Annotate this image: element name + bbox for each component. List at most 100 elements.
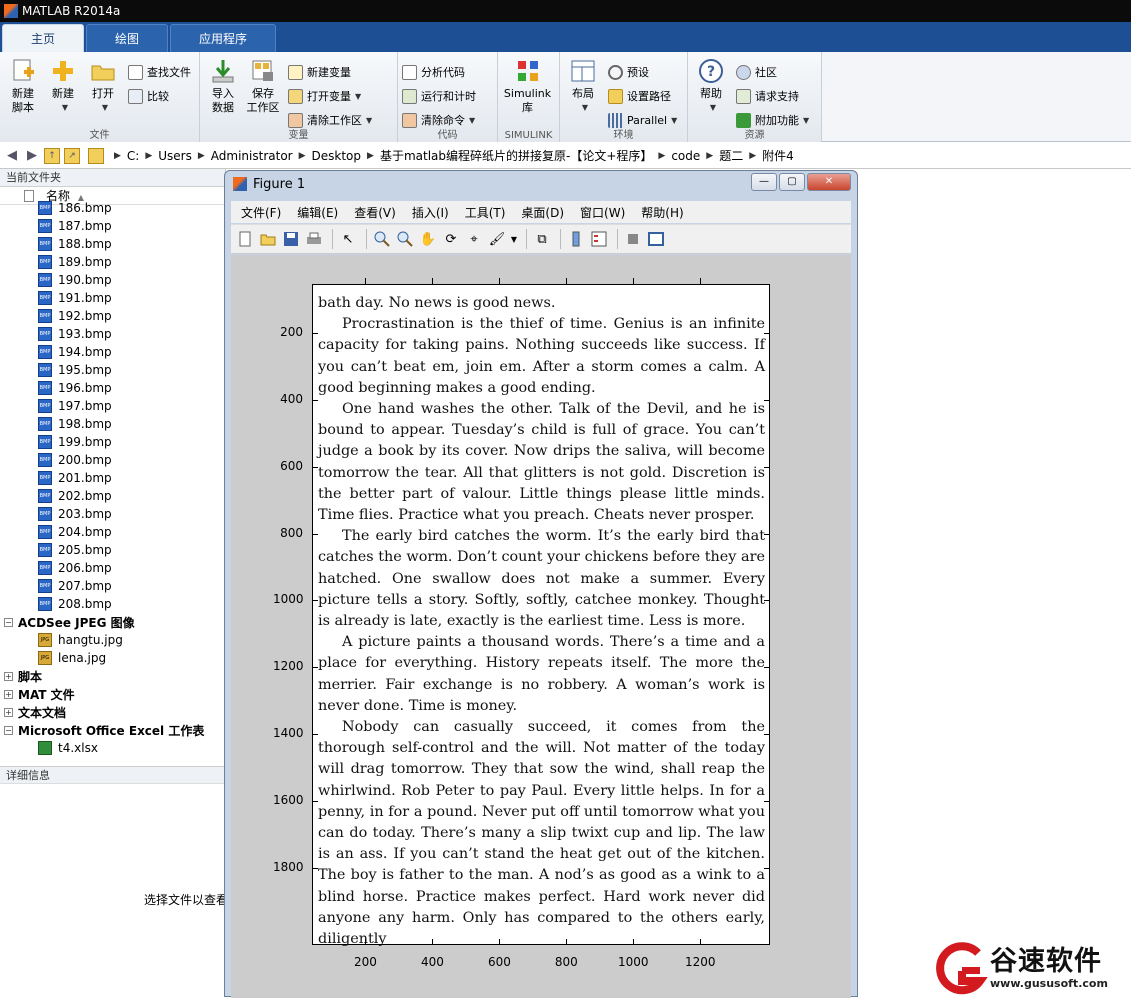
crumb-attachment4[interactable]: 附件4 xyxy=(756,147,800,164)
file-row[interactable]: BMP 208.bmp xyxy=(0,595,225,613)
file-name: t4.xlsx xyxy=(58,741,98,755)
browse-folder-icon[interactable]: ↗ xyxy=(64,147,80,164)
menu-help[interactable]: 帮助(H) xyxy=(633,204,691,221)
group-excel[interactable]: − Microsoft Office Excel 工作表 xyxy=(0,721,225,739)
open-file-icon[interactable] xyxy=(258,229,278,249)
menu-file[interactable]: 文件(F) xyxy=(233,204,289,221)
new-button[interactable]: 新建 ▼ xyxy=(44,56,82,115)
open-button[interactable]: 打开 ▼ xyxy=(84,56,122,115)
run-time-button[interactable]: 运行和计时 xyxy=(402,84,476,108)
file-row[interactable]: BMP 199.bmp xyxy=(0,433,225,451)
colorbar-icon[interactable] xyxy=(566,229,586,249)
analyze-code-button[interactable]: 分析代码 xyxy=(402,60,476,84)
y-tick-label: 400 xyxy=(280,392,303,407)
menu-view[interactable]: 查看(V) xyxy=(346,204,404,221)
find-files-button[interactable]: 查找文件 xyxy=(128,60,191,84)
simulink-library-button[interactable]: Simulink 库 xyxy=(503,56,553,115)
file-row[interactable]: BMP 193.bmp xyxy=(0,325,225,343)
link-plot-icon[interactable]: ⧉ xyxy=(532,229,552,249)
request-support-button[interactable]: 请求支持 xyxy=(736,84,809,108)
file-row[interactable]: BMP 202.bmp xyxy=(0,487,225,505)
crumb-administrator[interactable]: Administrator xyxy=(205,149,299,163)
crumb-users[interactable]: Users xyxy=(152,149,198,163)
crumb-project[interactable]: 基于matlab编程碎纸片的拼接复原-【论文+程序】 xyxy=(374,147,658,164)
zoom-out-icon[interactable] xyxy=(395,229,415,249)
print-icon[interactable] xyxy=(304,229,324,249)
file-row[interactable]: BMP 196.bmp xyxy=(0,379,225,397)
run-time-icon xyxy=(402,88,417,104)
set-path-button[interactable]: 设置路径 xyxy=(608,84,677,108)
layout-button[interactable]: 布局 ▼ xyxy=(564,56,602,115)
file-row[interactable]: BMP 190.bmp xyxy=(0,271,225,289)
group-jpeg[interactable]: − ACDSee JPEG 图像 xyxy=(0,613,225,631)
tab-home[interactable]: 主页 xyxy=(2,24,85,52)
data-cursor-icon[interactable]: ⌖ xyxy=(464,229,484,249)
brush-dropdown-icon[interactable]: ▼ xyxy=(510,229,518,249)
menu-insert[interactable]: 插入(I) xyxy=(404,204,457,221)
open-variable-button[interactable]: 打开变量 ▼ xyxy=(288,84,372,108)
file-row[interactable]: BMP 195.bmp xyxy=(0,361,225,379)
file-row[interactable]: BMP 207.bmp xyxy=(0,577,225,595)
up-folder-icon[interactable]: ↑ xyxy=(44,147,60,164)
file-row[interactable]: BMP 192.bmp xyxy=(0,307,225,325)
crumb-desktop[interactable]: Desktop xyxy=(306,149,368,163)
menu-window[interactable]: 窗口(W) xyxy=(572,204,633,221)
file-row[interactable]: BMP 188.bmp xyxy=(0,235,225,253)
file-row[interactable]: BMP 204.bmp xyxy=(0,523,225,541)
legend-icon[interactable] xyxy=(589,229,609,249)
import-label-1: 导入 xyxy=(212,87,234,100)
file-row[interactable]: BMP 206.bmp xyxy=(0,559,225,577)
rotate-3d-icon[interactable]: ⟳ xyxy=(441,229,461,249)
help-button[interactable]: ? 帮助 ▼ xyxy=(692,56,730,115)
file-row[interactable]: BMP 198.bmp xyxy=(0,415,225,433)
new-variable-button[interactable]: 新建变量 xyxy=(288,60,372,84)
pan-hand-icon[interactable]: ✋ xyxy=(418,229,438,249)
zoom-in-icon[interactable] xyxy=(372,229,392,249)
file-row[interactable]: JPG lena.jpg xyxy=(0,649,225,667)
minimize-button[interactable]: — xyxy=(751,173,777,191)
group-scripts[interactable]: + 脚本 xyxy=(0,667,225,685)
file-row[interactable]: t4.xlsx xyxy=(0,739,225,757)
maximize-button[interactable]: ▢ xyxy=(779,173,805,191)
group-text-docs[interactable]: + 文本文档 xyxy=(0,703,225,721)
close-button[interactable]: ✕ xyxy=(807,173,851,191)
community-button[interactable]: 社区 xyxy=(736,60,809,84)
tab-apps[interactable]: 应用程序 xyxy=(170,24,277,52)
hide-plot-tools-icon[interactable] xyxy=(623,229,643,249)
file-row[interactable]: BMP 187.bmp xyxy=(0,217,225,235)
file-row[interactable]: BMP 203.bmp xyxy=(0,505,225,523)
group-mat-files[interactable]: + MAT 文件 xyxy=(0,685,225,703)
file-row[interactable]: BMP 191.bmp xyxy=(0,289,225,307)
tab-plots[interactable]: 绘图 xyxy=(86,24,169,52)
file-row[interactable]: BMP 186.bmp xyxy=(0,199,225,217)
new-figure-icon[interactable] xyxy=(235,229,255,249)
crumb-c[interactable]: C: xyxy=(121,149,145,163)
forward-arrow-icon[interactable]: ▶ xyxy=(24,148,40,164)
menu-tools[interactable]: 工具(T) xyxy=(457,204,514,221)
show-plot-tools-icon[interactable] xyxy=(646,229,666,249)
new-script-button[interactable]: 新建 脚本 xyxy=(4,56,42,115)
file-row[interactable]: BMP 200.bmp xyxy=(0,451,225,469)
compare-button[interactable]: 比较 xyxy=(128,84,191,108)
file-row[interactable]: BMP 194.bmp xyxy=(0,343,225,361)
file-row[interactable]: BMP 201.bmp xyxy=(0,469,225,487)
x-tick-mark xyxy=(499,939,501,944)
crumb-code[interactable]: code xyxy=(665,149,706,163)
file-row[interactable]: BMP 197.bmp xyxy=(0,397,225,415)
save-workspace-button[interactable]: 保存 工作区 xyxy=(244,56,282,115)
file-row[interactable]: BMP 205.bmp xyxy=(0,541,225,559)
menu-desktop[interactable]: 桌面(D) xyxy=(513,204,572,221)
save-icon[interactable] xyxy=(281,229,301,249)
image-axes[interactable]: bath day. No news is good news. Procrast… xyxy=(273,278,770,969)
paragraph: Procrastination is the thief of time. Ge… xyxy=(318,316,765,396)
import-data-button[interactable]: 导入 数据 xyxy=(204,56,242,115)
brush-icon[interactable]: 🖌 xyxy=(487,229,507,249)
back-arrow-icon[interactable]: ◀ xyxy=(4,148,20,164)
file-row[interactable]: BMP 189.bmp xyxy=(0,253,225,271)
file-row[interactable]: JPG hangtu.jpg xyxy=(0,631,225,649)
menu-edit[interactable]: 编辑(E) xyxy=(289,204,346,221)
crumb-question2[interactable]: 题二 xyxy=(713,147,749,164)
pointer-icon[interactable]: ↖ xyxy=(338,229,358,249)
preferences-button[interactable]: 预设 xyxy=(608,60,677,84)
excel-file-icon xyxy=(38,741,52,755)
